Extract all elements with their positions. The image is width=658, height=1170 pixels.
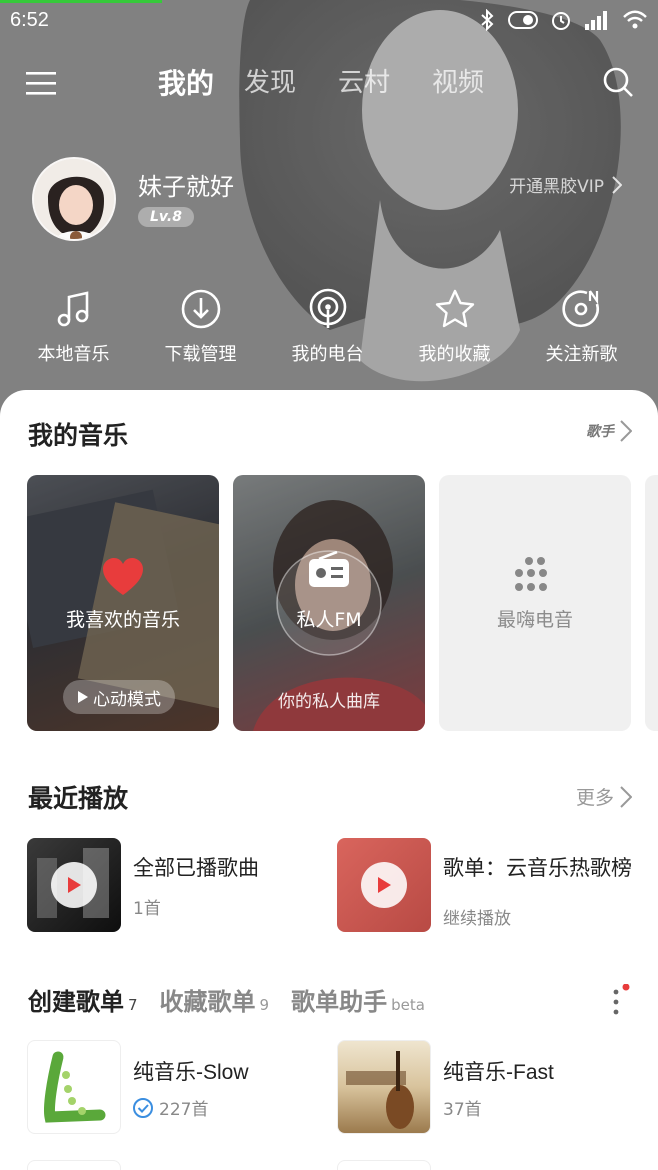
username[interactable]: 妹子就好 [138,167,234,202]
playlist-meta: 37首 [443,1095,482,1120]
playlist-item-peek[interactable] [337,1160,431,1170]
radio-icon [309,551,349,587]
recent-more-label: 更多 [575,787,614,809]
tab-collected-count: 9 [259,996,270,1014]
playlist-item-peek[interactable] [27,1160,121,1170]
recent-item-all-played[interactable]: 全部已播歌曲 1首 [27,838,327,934]
bluetooth-icon [481,9,494,31]
section-title-recent: 最近播放 [28,784,129,813]
chevron-right-icon [620,420,632,442]
playlist-count: 37首 [443,1100,482,1120]
download-icon [181,289,220,329]
singer-shortcut[interactable]: 歌手 [586,420,632,442]
recent-header: 最近播放 更多 [28,779,632,819]
recent-item-sub: 1首 [133,899,161,919]
quick-local-music-label: 本地音乐 [37,344,110,365]
section-title-my-music: 我的音乐 [28,421,129,450]
quick-local-music[interactable]: 本地音乐 [10,288,137,366]
tab-assistant-label: 歌单助手 [291,988,388,1016]
recent-item-title: 全部已播歌曲 [133,856,259,880]
signal-icon [585,11,607,30]
tab-playlist-assistant[interactable]: 歌单助手 beta [291,982,425,1017]
recent-item-title: 歌单：云音乐热歌榜 [443,856,632,880]
wifi-icon [623,10,647,29]
quick-favorites[interactable]: 我的收藏 [391,288,518,366]
quick-actions: 本地音乐 下载管理 我的电台 我的收藏 关注新歌 [10,288,650,366]
card-liked-music-title: 我喜欢的音乐 [65,609,180,631]
play-icon [78,691,88,703]
recent-list: 全部已播歌曲 1首 歌单：云音乐热歌榜 继续播放 [27,838,637,934]
alarm-icon [552,12,570,30]
tab-created-count: 7 [128,996,138,1014]
verified-check-icon [133,1097,153,1118]
toggle-icon [508,11,538,29]
heart-mode-button[interactable]: 心动模式 [63,680,175,714]
vip-link-label: 开通黑胶VIP [509,177,604,197]
quick-download[interactable]: 下载管理 [137,288,264,366]
radio-podcast-icon [309,288,346,328]
recent-item-hot-chart[interactable]: 歌单：云音乐热歌榜 继续播放 [337,838,637,934]
card-liked-music[interactable]: 我喜欢的音乐 心动模式 [27,475,219,731]
playlist-item-fast[interactable]: 纯音乐-Fast 37首 [337,1040,637,1136]
tab-collected-label: 收藏歌单 [159,988,256,1016]
tab-video[interactable]: 视频 [432,62,526,102]
playlist-name: 纯音乐-Slow [133,1061,249,1084]
quick-new-songs-label: 关注新歌 [545,344,618,365]
card-private-fm-title: 私人FM [296,609,362,631]
user-profile[interactable]: 妹子就好 Lv.8 开通黑胶VIP [32,157,632,243]
card-private-fm-subtitle: 你的私人曲库 [278,692,380,712]
card-next-peek[interactable] [645,475,658,731]
search-icon[interactable] [602,66,634,98]
dots-grid-icon [515,557,547,591]
heart-icon [103,558,143,595]
music-note-icon [57,291,88,327]
playlist-meta: 227首 [133,1095,208,1120]
tab-discover[interactable]: 发现 [244,62,338,102]
more-vertical-icon[interactable] [610,984,630,1018]
card-private-fm[interactable]: 私人FM 你的私人曲库 [233,475,425,731]
tab-created-label: 创建歌单 [28,988,124,1016]
quick-my-radio[interactable]: 我的电台 [264,288,391,366]
playlist-cover [337,1040,431,1134]
quick-download-label: 下载管理 [164,344,237,365]
chevron-right-icon [620,785,632,808]
star-icon [435,289,474,328]
tab-cloud-village[interactable]: 云村 [338,62,432,102]
heart-mode-label: 心动模式 [93,689,161,710]
quick-my-radio-label: 我的电台 [291,344,364,365]
my-music-header: 我的音乐 歌手 [28,416,632,456]
tab-assistant-badge: beta [391,996,425,1014]
card-edm[interactable]: 最嗨电音 [439,475,631,731]
quick-new-songs[interactable]: 关注新歌 [518,288,645,366]
recent-thumb [27,838,121,932]
menu-icon[interactable] [26,70,56,96]
play-button-icon[interactable] [51,862,97,908]
profile-header: 6:52 我的 发现 云村 视频 妹子就好 Lv.8 开通黑胶VIP 本地音乐 … [0,0,658,420]
tab-created-playlists[interactable]: 创建歌单 7 [28,982,138,1017]
status-bar: 6:52 [0,0,658,40]
my-music-cards: 我喜欢的音乐 心动模式 私人FM 你的私人曲库 最嗨电音 [27,475,658,731]
avatar[interactable] [32,157,116,241]
tab-collected-playlists[interactable]: 收藏歌单 9 [160,982,270,1017]
playlist-name: 纯音乐-Fast [443,1061,554,1084]
recent-thumb [337,838,431,932]
card-edm-title: 最嗨电音 [496,609,573,631]
playlist-count: 227首 [159,1100,209,1120]
recent-more-link[interactable]: 更多 [576,783,632,810]
playlist-tabs: 创建歌单 7 收藏歌单 9 歌单助手 beta [28,982,632,1022]
chevron-right-icon [612,175,622,194]
new-song-disc-icon [561,290,599,328]
singer-badge: 歌手 [586,424,614,440]
vip-link[interactable]: 开通黑胶VIP [509,172,622,197]
play-button-icon[interactable] [361,862,407,908]
recent-item-sub: 继续播放 [443,909,511,929]
content-sheet: 我的音乐 歌手 我喜欢的音乐 心动模式 私人FM 你的私人曲库 最嗨电音 最近播… [0,390,658,1170]
quick-favorites-label: 我的收藏 [418,344,491,365]
playlist-item-slow[interactable]: 纯音乐-Slow 227首 [27,1040,327,1136]
level-badge: Lv.8 [138,207,194,227]
tab-mine[interactable]: 我的 [150,62,244,102]
playlist-cover [27,1040,121,1134]
status-time: 6:52 [10,9,49,31]
top-navigation: 我的 发现 云村 视频 [0,56,658,112]
